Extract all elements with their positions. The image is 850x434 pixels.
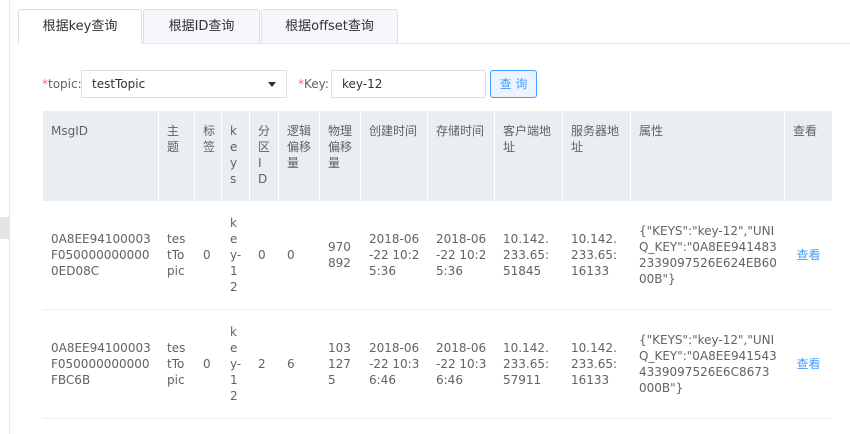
cell-tag: 0 [203, 357, 211, 371]
topic-select[interactable]: testTopic [81, 70, 287, 98]
header-topic: 主题 [159, 111, 195, 201]
key-label: *Key: [298, 77, 329, 91]
cell-props: {"KEYS":"key-12","UNIQ_KEY":"0A8EE941543… [639, 333, 777, 395]
table-row: 0A8EE94100003F050000000000FBC6B testTopi… [43, 310, 832, 419]
query-tabs: 根据key查询 根据ID查询 根据offset查询 [18, 9, 850, 44]
view-link[interactable]: 查看 [785, 310, 832, 418]
table-row: 0A8EE94100003F0500000000000ED08C testTop… [43, 201, 832, 310]
cell-logic-offset: 6 [287, 357, 295, 371]
header-logic-offset: 逻辑偏移量 [279, 111, 320, 201]
search-form: *topic: testTopic *Key: key-12 查 询 [42, 70, 850, 98]
chevron-down-icon [268, 82, 276, 87]
cell-partition: 2 [258, 357, 266, 371]
query-button[interactable]: 查 询 [490, 70, 537, 98]
cell-msgid: 0A8EE94100003F0500000000000ED08C [51, 232, 151, 278]
cell-msgid: 0A8EE94100003F050000000000FBC6B [51, 341, 151, 387]
header-client: 客户端地址 [495, 111, 563, 201]
tab-query-by-offset[interactable]: 根据offset查询 [261, 9, 398, 43]
header-tag: 标签 [195, 111, 222, 201]
topic-label: *topic: [42, 77, 82, 91]
cell-created: 2018-06-22 10:25:36 [369, 232, 420, 278]
table-header-row: MsgID 主题 标签 keys 分区ID 逻辑偏移量 物理偏移量 创建时间 存… [43, 111, 832, 201]
key-input[interactable]: key-12 [331, 70, 486, 98]
cell-stored: 2018-06-22 10:36:46 [436, 341, 487, 387]
view-link[interactable]: 查看 [785, 201, 832, 309]
cell-keys: key-12 [230, 216, 242, 294]
header-partition: 分区ID [250, 111, 279, 201]
cell-client: 10.142.233.65:57911 [503, 341, 550, 387]
cell-physical-offset: 970892 [328, 240, 351, 270]
header-msgid: MsgID [43, 111, 159, 201]
header-created: 创建时间 [361, 111, 428, 201]
cell-server: 10.142.233.65:16133 [571, 341, 618, 387]
cell-stored: 2018-06-22 10:25:36 [436, 232, 487, 278]
cell-created: 2018-06-22 10:36:46 [369, 341, 420, 387]
header-view: 查看 [793, 124, 818, 138]
cell-tag: 0 [203, 248, 211, 262]
cell-topic: testTopic [167, 341, 186, 387]
header-props: 属性 [631, 111, 785, 201]
message-table: MsgID 主题 标签 keys 分区ID 逻辑偏移量 物理偏移量 创建时间 存… [43, 111, 832, 419]
cell-client: 10.142.233.65:51845 [503, 232, 550, 278]
tab-query-by-id[interactable]: 根据ID查询 [143, 9, 260, 43]
header-keys: keys [222, 111, 250, 201]
cell-partition: 0 [258, 248, 266, 262]
tab-query-by-key[interactable]: 根据key查询 [18, 9, 142, 44]
cell-topic: testTopic [167, 232, 186, 278]
header-server: 服务器地址 [563, 111, 631, 201]
tabs-divider [18, 43, 850, 44]
cell-keys: key-12 [230, 325, 242, 403]
cell-server: 10.142.233.65:16133 [571, 232, 618, 278]
cell-logic-offset: 0 [287, 248, 295, 262]
cell-physical-offset: 1031275 [328, 341, 351, 387]
header-physical-offset: 物理偏移量 [320, 111, 361, 201]
header-stored: 存储时间 [428, 111, 495, 201]
topic-select-value: testTopic [92, 77, 146, 91]
cell-props: {"KEYS":"key-12","UNIQ_KEY":"0A8EE941483… [639, 224, 777, 286]
collapse-handle[interactable] [0, 217, 9, 239]
